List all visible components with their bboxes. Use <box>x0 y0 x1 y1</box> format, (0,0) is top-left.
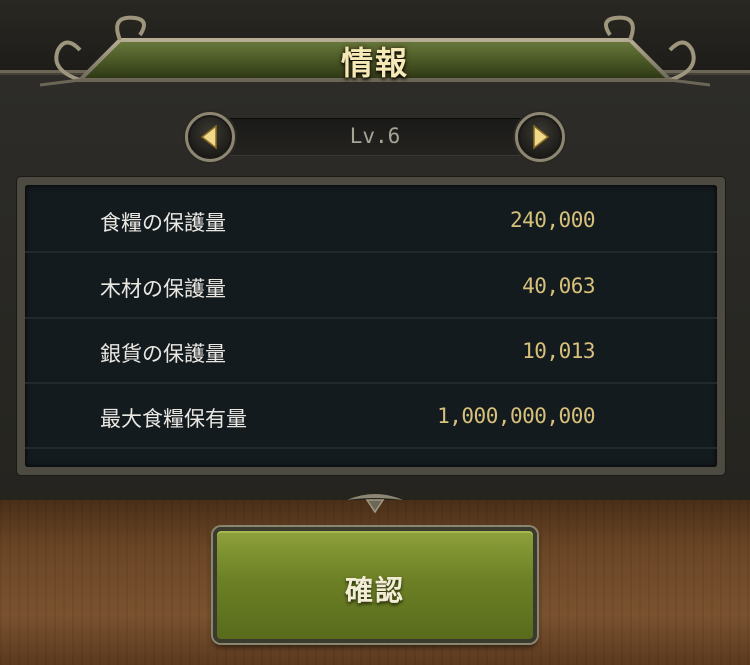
next-level-button[interactable] <box>515 112 565 162</box>
info-row-wood-protection: 木材の保護量 40,063 <box>25 253 717 319</box>
confirm-button[interactable]: 確認 <box>213 527 537 643</box>
info-panel: 食糧の保護量 240,000 木材の保護量 40,063 銀貨の保護量 10,0… <box>17 177 725 475</box>
dialog-title: 情報 <box>340 44 409 82</box>
info-row-max-food: 最大食糧保有量 1,000,000,000 <box>25 383 717 449</box>
divider-ornament-icon <box>347 494 403 514</box>
info-row-silver-protection: 銀貨の保護量 10,013 <box>25 318 717 384</box>
row-value: 40,063 <box>522 274 595 298</box>
row-label: 最大食糧保有量 <box>100 407 247 431</box>
level-selector: Lv.6 <box>185 112 565 162</box>
row-value: 1,000,000,000 <box>437 404 595 428</box>
level-label: Lv.6 <box>349 124 401 148</box>
row-label: 木材の保護量 <box>100 277 226 301</box>
arrow-right-icon <box>533 124 550 150</box>
arrow-left-icon <box>200 124 217 150</box>
row-label: 食糧の保護量 <box>100 211 226 235</box>
confirm-label: 確認 <box>344 574 405 607</box>
prev-level-button[interactable] <box>185 112 235 162</box>
row-label: 銀貨の保護量 <box>100 342 226 366</box>
row-value: 240,000 <box>509 208 596 232</box>
info-table: 食糧の保護量 240,000 木材の保護量 40,063 銀貨の保護量 10,0… <box>25 185 717 467</box>
info-row-food-protection: 食糧の保護量 240,000 <box>25 187 717 253</box>
row-value: 10,013 <box>522 339 595 363</box>
